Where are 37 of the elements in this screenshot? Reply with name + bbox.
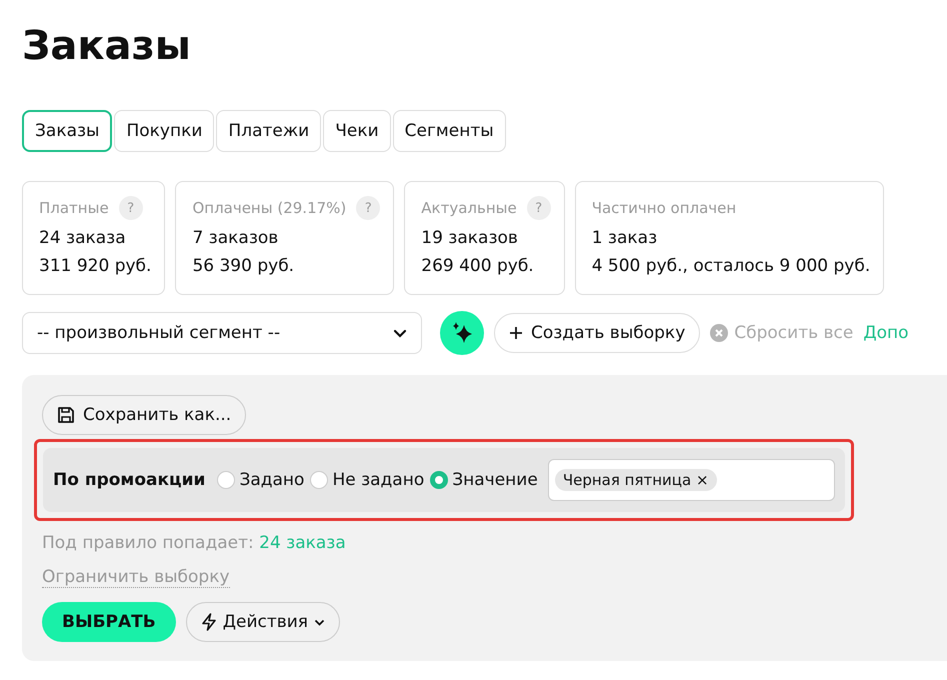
save-as-button[interactable]: Сохранить как... xyxy=(42,395,246,435)
stat-label: Актуальные xyxy=(421,199,517,217)
tab[interactable]: Чеки xyxy=(323,110,391,152)
stat-label: Оплачены (29.17%) xyxy=(192,199,346,217)
tab[interactable]: Сегменты xyxy=(392,110,506,152)
radio-option[interactable]: Не задано xyxy=(310,470,424,490)
remove-tag-button[interactable]: × xyxy=(696,471,709,489)
page-title: Заказы xyxy=(22,22,192,71)
radio-option[interactable]: Значение xyxy=(430,470,538,490)
stat-label: Платные xyxy=(39,199,109,217)
stat-value: 19 заказов xyxy=(421,227,519,250)
stat-value: 269 400 руб. xyxy=(421,255,535,278)
clear-icon xyxy=(710,324,728,342)
tab[interactable]: Покупки xyxy=(114,110,214,152)
tab[interactable]: Платежи xyxy=(216,110,322,152)
actions-button[interactable]: Действия xyxy=(186,602,340,642)
stat-value: 4 500 руб., осталось 9 000 руб. xyxy=(592,255,870,278)
lightning-icon xyxy=(200,613,217,631)
match-count-text: Под правило попадает: 24 заказа xyxy=(42,533,347,553)
sparkle-button[interactable] xyxy=(440,311,484,355)
chevron-down-icon xyxy=(393,328,407,338)
rule-label: По промоакции xyxy=(53,470,206,490)
value-field[interactable]: Черная пятница × xyxy=(548,459,835,501)
value-tag: Черная пятница × xyxy=(554,469,717,491)
plus-icon xyxy=(509,326,523,340)
stat-value: 1 заказ xyxy=(592,227,658,250)
stat-value: 56 390 руб. xyxy=(192,255,296,278)
stat-value: 7 заказов xyxy=(192,227,280,250)
create-selection-button[interactable]: Создать выборку xyxy=(494,313,700,353)
tab[interactable]: Заказы xyxy=(22,110,112,152)
stat-value: 24 заказа xyxy=(39,227,127,250)
select-button[interactable]: ВЫБРАТЬ xyxy=(42,602,176,642)
radio-option[interactable]: Задано xyxy=(217,470,304,490)
stat-label: Частично оплачен xyxy=(592,199,736,217)
chevron-down-icon xyxy=(314,618,326,626)
segment-select[interactable]: -- произвольный сегмент -- xyxy=(22,312,422,354)
stat-value: 311 920 руб. xyxy=(39,255,152,278)
